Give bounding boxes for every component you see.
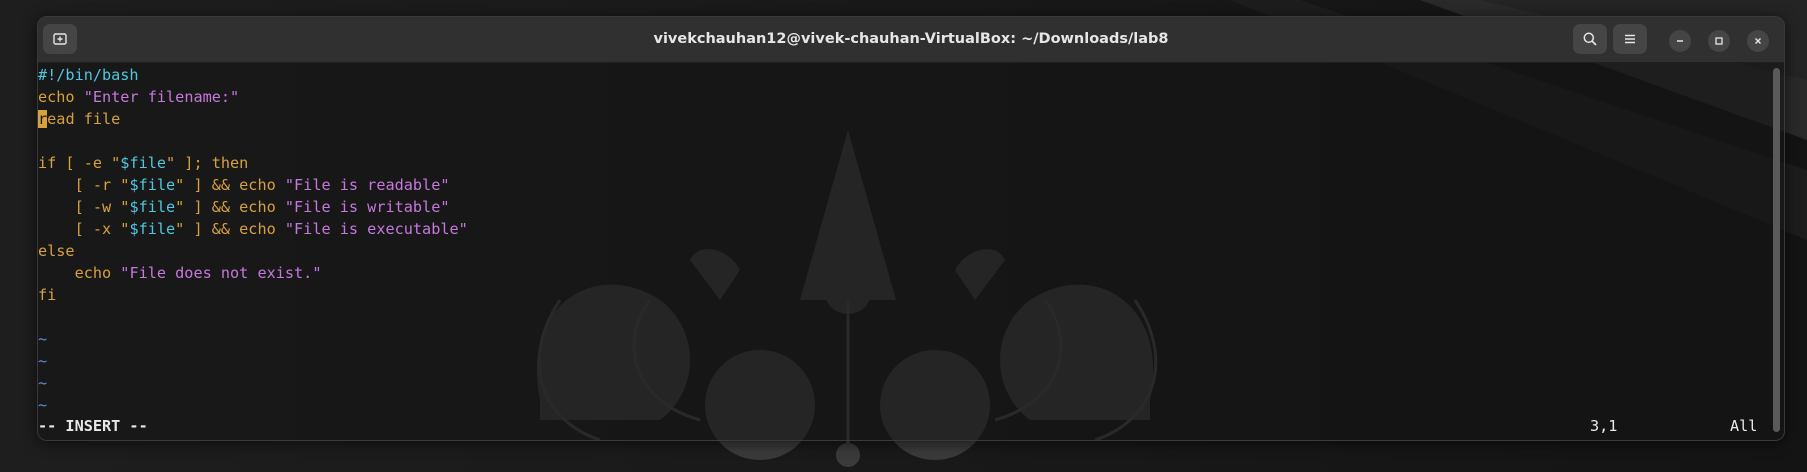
scroll-indicator: All xyxy=(1730,417,1758,435)
if-condition-end: " ]; then xyxy=(166,154,249,172)
code-line-6: [ -r "$file" ] && echo "File is readable… xyxy=(38,174,450,196)
empty-line-marker: ~ xyxy=(38,396,48,414)
code-line-8: [ -x "$file" ] && echo "File is executab… xyxy=(38,218,468,240)
empty-line-marker: ~ xyxy=(38,330,48,348)
code-line-1: #!/bin/bash xyxy=(38,66,139,84)
terminal-window: vivekchauhan12@vivek-chauhan-VirtualBox:… xyxy=(37,16,1785,441)
close-button[interactable] xyxy=(1747,30,1769,52)
maximize-button[interactable] xyxy=(1708,30,1730,52)
file-variable: $file xyxy=(120,154,167,172)
minimize-button[interactable] xyxy=(1669,30,1691,52)
code-line-10: echo "File does not exist." xyxy=(38,262,322,284)
search-button[interactable] xyxy=(1573,24,1607,54)
vim-editor[interactable]: #!/bin/bash echo "Enter filename:" read … xyxy=(38,63,1784,440)
test-write-start: [ -w " xyxy=(38,198,130,216)
test-read-end: " ] && echo xyxy=(175,176,285,194)
string-literal: "File does not exist." xyxy=(120,264,322,282)
title-bar: vivekchauhan12@vivek-chauhan-VirtualBox:… xyxy=(38,17,1784,63)
echo-keyword: echo xyxy=(38,88,75,106)
echo-keyword: echo xyxy=(38,264,121,282)
search-icon xyxy=(1583,32,1597,46)
cursor-position: 3,1 xyxy=(1590,417,1618,435)
empty-line-marker: ~ xyxy=(38,374,48,392)
string-literal: "File is readable" xyxy=(284,176,450,194)
test-exec-end: " ] && echo xyxy=(175,220,285,238)
close-icon xyxy=(1755,38,1761,44)
code-line-7: [ -w "$file" ] && echo "File is writable… xyxy=(38,196,450,218)
string-literal: "Enter filename:" xyxy=(83,88,240,106)
scrollbar[interactable] xyxy=(1773,68,1780,432)
vim-mode-indicator: -- INSERT -- xyxy=(38,417,148,435)
code-line-9: else xyxy=(38,242,75,260)
test-exec-start: [ -x " xyxy=(38,220,130,238)
window-title: vivekchauhan12@vivek-chauhan-VirtualBox:… xyxy=(653,31,1169,47)
if-condition-start: if [ -e " xyxy=(38,154,121,172)
string-literal: "File is executable" xyxy=(284,220,468,238)
new-tab-button[interactable] xyxy=(43,24,77,54)
menu-button[interactable] xyxy=(1613,24,1647,54)
file-variable: $file xyxy=(129,198,176,216)
code-line-2: echo "Enter filename:" xyxy=(38,86,239,108)
test-write-end: " ] && echo xyxy=(175,198,285,216)
new-tab-icon xyxy=(53,33,67,45)
maximize-icon xyxy=(1715,37,1723,45)
minimize-icon xyxy=(1677,40,1683,42)
file-variable: $file xyxy=(129,220,176,238)
code-line-3: read file xyxy=(38,108,120,130)
menu-icon xyxy=(1625,34,1635,44)
read-keyword-rest: ead file xyxy=(47,110,121,128)
empty-line-marker: ~ xyxy=(38,352,48,370)
string-literal: "File is writable" xyxy=(284,198,450,216)
test-read-start: [ -r " xyxy=(38,176,130,194)
file-variable: $file xyxy=(129,176,176,194)
text-cursor: r xyxy=(38,110,48,128)
code-line-5: if [ -e "$file" ]; then xyxy=(38,152,248,174)
code-line-11: fi xyxy=(38,286,57,304)
